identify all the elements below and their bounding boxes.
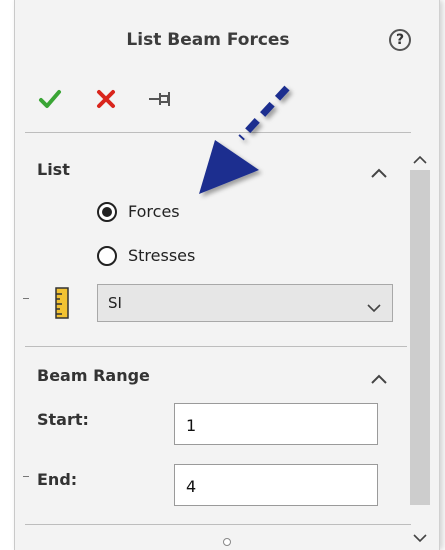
start-label: Start: [37,410,89,429]
beam-range-section-title: Beam Range [37,366,150,385]
list-collapse-caret-icon[interactable] [370,164,388,178]
beam-range-collapse-caret-icon[interactable] [370,370,388,384]
units-select[interactable]: SI [97,284,393,322]
forces-radio[interactable] [97,202,117,222]
end-input-value: 4 [186,477,197,496]
start-input-value: 1 [186,416,197,435]
help-button[interactable]: ? [389,29,411,51]
ruler-icon [53,287,71,319]
panel-edge-tick [23,298,29,299]
property-manager-panel: List Beam Forces ? List Forces Stresses … [14,0,440,550]
scrollbar-thumb[interactable] [410,170,430,505]
panel-edge-tick [23,476,29,477]
panel-scrollbar[interactable] [407,140,435,543]
ok-check-icon[interactable] [37,86,63,112]
bottom-divider [25,524,411,525]
chevron-down-icon [366,298,382,313]
stresses-radio[interactable] [97,246,117,266]
end-label: End: [37,470,78,489]
panel-title: List Beam Forces [126,30,290,50]
section-divider [25,346,411,347]
cancel-x-icon[interactable] [93,86,119,112]
scroll-down-arrow-icon[interactable] [412,528,428,543]
stresses-radio-label: Stresses [128,246,196,265]
list-section-title: List [37,160,70,179]
scroll-up-arrow-icon[interactable] [412,150,428,164]
end-input[interactable]: 4 [174,464,378,506]
start-input[interactable]: 1 [174,403,378,445]
annotation-arrow-icon [199,85,290,194]
resize-grip[interactable] [223,538,231,546]
units-select-value: SI [108,294,122,312]
